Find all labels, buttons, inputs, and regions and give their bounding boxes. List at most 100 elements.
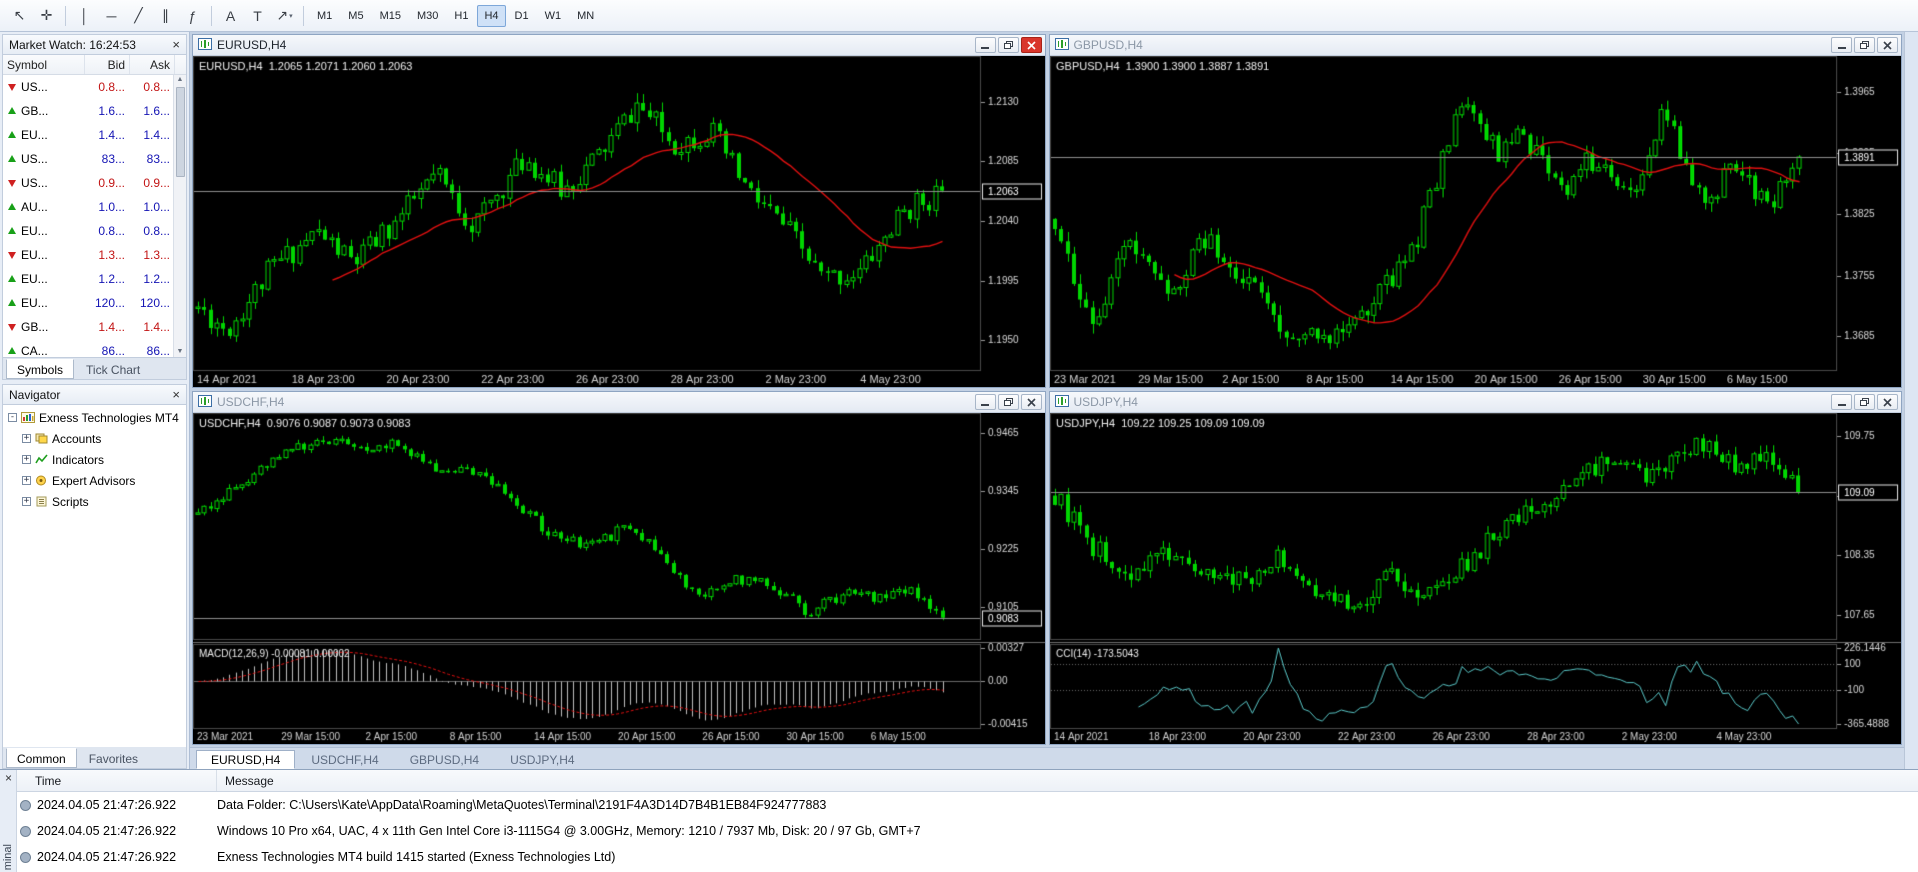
price-chart-canvas[interactable] [193, 56, 1045, 387]
market-watch-row[interactable]: EU... 120... 120... [3, 291, 186, 315]
collapse-icon[interactable]: - [8, 413, 17, 422]
price-chart-canvas[interactable] [193, 413, 1045, 744]
market-watch-tabstrip: Symbols Tick Chart [2, 358, 187, 380]
tab-favorites[interactable]: Favorites [78, 748, 149, 768]
arrow-tools-icon[interactable]: ↗ ▾ [271, 4, 298, 28]
timeframe-m15-button[interactable]: M15 [373, 5, 408, 27]
restore-button[interactable] [997, 394, 1019, 410]
chart-window-usdjpy: USDJPY,H4 [1048, 391, 1902, 745]
scroll-thumb[interactable] [175, 87, 185, 177]
tree-item-expert-advisors[interactable]: + Expert Advisors [3, 470, 186, 491]
minimize-button[interactable] [974, 37, 996, 53]
tree-item-accounts[interactable]: + Accounts [3, 428, 186, 449]
ask-value: 120... [139, 296, 170, 310]
navigator-close-icon[interactable]: × [172, 388, 180, 401]
bid-value: 0.8... [98, 224, 125, 238]
price-chart-canvas[interactable] [1049, 413, 1901, 744]
market-watch-close-icon[interactable]: × [172, 38, 180, 51]
chart-window-titlebar[interactable]: EURUSD,H4 [193, 35, 1045, 56]
vertical-line-icon[interactable]: │ [71, 4, 98, 28]
ask-value: 1.4... [143, 320, 170, 334]
market-watch-row[interactable]: EU... 1.2... 1.2... [3, 267, 186, 291]
minimize-button[interactable] [1831, 37, 1852, 53]
tree-item-scripts[interactable]: + Scripts [3, 491, 186, 512]
price-chart-canvas[interactable] [1049, 56, 1901, 387]
journal-row[interactable]: 2024.04.05 21:47:26.922 Exness Technologi… [17, 844, 1918, 870]
market-watch-row[interactable]: EU... 1.4... 1.4... [3, 123, 186, 147]
tab-common[interactable]: Common [6, 748, 77, 768]
chart-window-titlebar[interactable]: GBPUSD,H4 [1049, 35, 1901, 56]
expand-icon[interactable]: + [22, 434, 31, 443]
market-watch-row[interactable]: GB... 1.6... 1.6... [3, 99, 186, 123]
column-header-bid[interactable]: Bid [85, 55, 130, 74]
timeframe-m30-button[interactable]: M30 [410, 5, 445, 27]
timeframe-h1-button[interactable]: H1 [447, 5, 475, 27]
terminal-column-time[interactable]: Time [17, 770, 217, 791]
scroll-down-icon[interactable]: ▼ [177, 347, 184, 357]
close-button[interactable] [1877, 37, 1898, 53]
market-watch-row[interactable]: EU... 0.8... 0.8... [3, 219, 186, 243]
expand-icon[interactable]: + [22, 455, 31, 464]
market-watch-row[interactable]: EU... 1.3... 1.3... [3, 243, 186, 267]
horizontal-line-icon[interactable]: ─ [98, 4, 125, 28]
navigator-tree: - Exness Technologies MT4 + Accounts + Indica… [2, 405, 187, 747]
trendline-icon[interactable]: ╱ [125, 4, 152, 28]
journal-row[interactable]: 2024.04.05 21:47:26.922 Windows 10 Pro x6… [17, 818, 1918, 844]
terminal-column-message[interactable]: Message [217, 774, 1918, 788]
timeframe-h4-button[interactable]: H4 [477, 4, 506, 27]
column-header-ask[interactable]: Ask [130, 55, 175, 74]
expand-icon[interactable]: + [22, 476, 31, 485]
window-buttons [1831, 394, 1898, 410]
market-watch-row[interactable]: US... 0.9... 0.9... [3, 171, 186, 195]
tab-symbols[interactable]: Symbols [6, 359, 75, 379]
chart-window-titlebar[interactable]: USDJPY,H4 [1049, 392, 1901, 413]
chart-area: EURUSD,H4 GBPUSD,H4 USDCHF,H4 USDJPY,H4 … [190, 32, 1918, 769]
terminal-close-icon[interactable]: × [5, 772, 12, 784]
terminal-side-strip: × minal [0, 770, 17, 872]
chart-icon [1054, 394, 1069, 410]
restore-button[interactable] [1854, 37, 1875, 53]
tree-item-indicators[interactable]: + Indicators [3, 449, 186, 470]
expand-icon[interactable]: + [22, 497, 31, 506]
tab-tick-chart[interactable]: Tick Chart [75, 359, 151, 379]
restore-button[interactable] [1854, 394, 1875, 410]
chart-tab-eurusd[interactable]: EURUSD,H4 [196, 750, 296, 769]
terminal-vertical-tab[interactable]: minal [2, 844, 14, 870]
column-header-symbol[interactable]: Symbol [3, 55, 85, 74]
equidistant-channel-icon[interactable]: ∥ [152, 4, 179, 28]
text-label-icon[interactable]: T [244, 4, 271, 28]
market-watch-row[interactable]: GB... 1.4... 1.4... [3, 315, 186, 339]
close-button[interactable] [1020, 37, 1042, 53]
chart-window-titlebar[interactable]: USDCHF,H4 [193, 392, 1045, 413]
chart-body [193, 56, 1045, 387]
timeframe-m1-button[interactable]: M1 [310, 5, 339, 27]
chart-icon [198, 37, 212, 53]
close-button[interactable] [1877, 394, 1898, 410]
tree-item-root[interactable]: - Exness Technologies MT4 [3, 407, 186, 428]
market-watch-scrollbar[interactable]: ▲ ▼ [173, 75, 186, 357]
timeframe-m5-button[interactable]: M5 [341, 5, 370, 27]
market-watch-row[interactable]: AU... 1.0... 1.0... [3, 195, 186, 219]
fibonacci-retracement-icon[interactable]: ƒ [179, 4, 206, 28]
close-button[interactable] [1020, 394, 1042, 410]
text-icon[interactable]: A [217, 4, 244, 28]
bid-value: 1.2... [98, 272, 125, 286]
crosshair-icon[interactable]: ✛ [33, 4, 60, 28]
timeframe-w1-button[interactable]: W1 [538, 5, 569, 27]
restore-button[interactable] [997, 37, 1019, 53]
minimize-button[interactable] [1831, 394, 1852, 410]
window-buttons [974, 394, 1042, 410]
market-watch-row[interactable]: CA... 86... 86... [3, 339, 186, 357]
chart-tab-usdchf[interactable]: USDCHF,H4 [296, 750, 393, 769]
scroll-up-icon[interactable]: ▲ [177, 75, 184, 85]
timeframe-d1-button[interactable]: D1 [508, 5, 536, 27]
timeframe-mn-button[interactable]: MN [570, 5, 601, 27]
chart-tab-gbpusd[interactable]: GBPUSD,H4 [395, 750, 494, 769]
chart-area-scroll-strip[interactable] [1904, 32, 1918, 769]
market-watch-row[interactable]: US... 0.8... 0.8... [3, 75, 186, 99]
market-watch-row[interactable]: US... 83... 83... [3, 147, 186, 171]
minimize-button[interactable] [974, 394, 996, 410]
journal-row[interactable]: 2024.04.05 21:47:26.922 Data Folder: C:\U… [17, 792, 1918, 818]
chart-tab-usdjpy[interactable]: USDJPY,H4 [495, 750, 589, 769]
cursor-icon[interactable]: ↖ [6, 4, 33, 28]
